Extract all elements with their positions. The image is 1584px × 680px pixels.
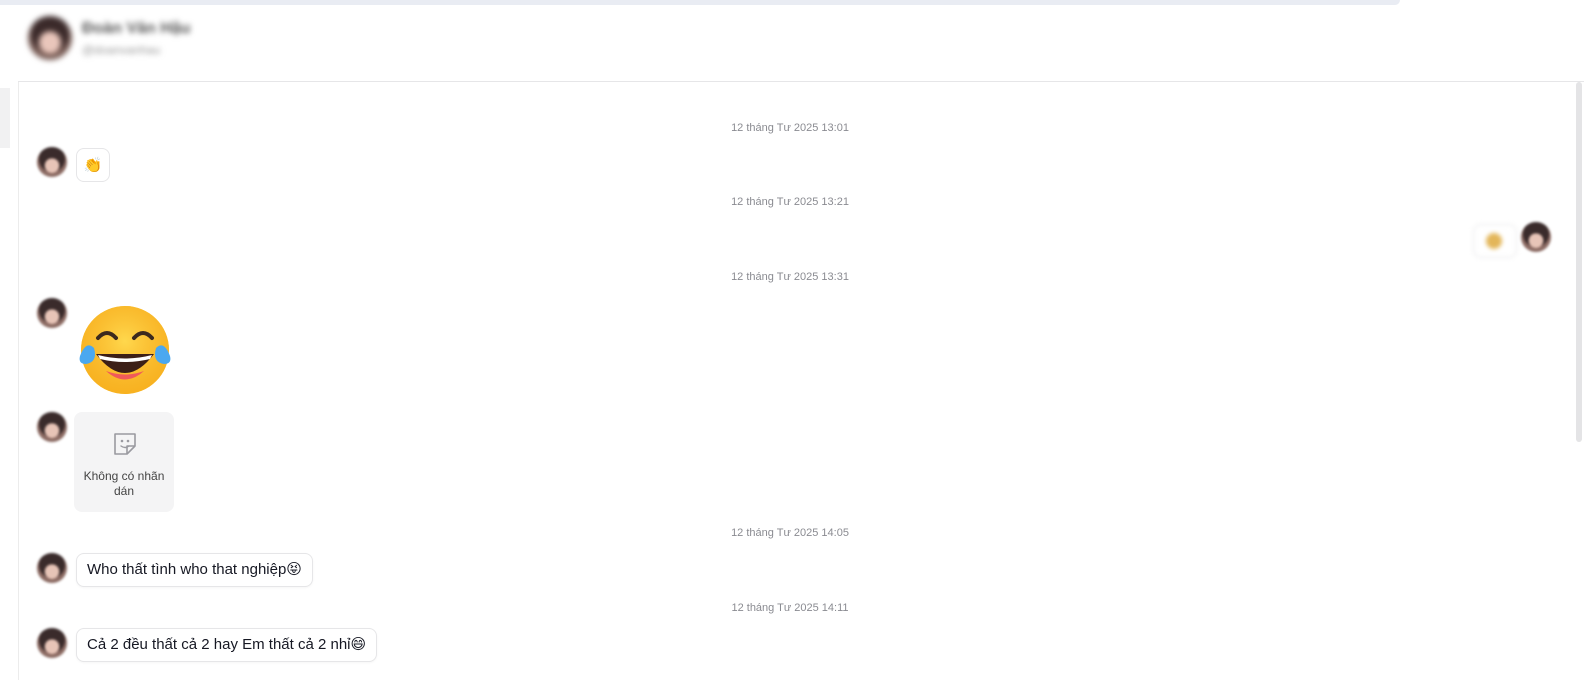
top-strip (0, 0, 1400, 5)
emoji-icon (1486, 233, 1502, 249)
header-name[interactable]: Đoàn Văn Hậu (82, 20, 190, 38)
scrollbar[interactable] (1576, 82, 1582, 442)
avatar[interactable] (37, 412, 67, 442)
emoji-message[interactable]: 👏 (76, 148, 110, 182)
message-bubble[interactable]: Who thất tình who that nghiệp😝 (76, 553, 313, 587)
avatar[interactable] (37, 147, 67, 177)
avatar[interactable] (37, 298, 67, 328)
timestamp: 12 tháng Tư 2025 14:11 (731, 602, 849, 614)
timestamp: 12 tháng Tư 2025 13:21 (731, 196, 849, 208)
timestamp: 12 tháng Tư 2025 14:05 (731, 527, 849, 539)
face-with-tears-of-joy-icon[interactable] (76, 304, 174, 401)
sticker-placeholder-icon (111, 430, 139, 463)
avatar[interactable] (37, 553, 67, 583)
sticker-unavailable-text: Không có nhãn dán (83, 469, 165, 498)
left-rail-block (0, 88, 10, 148)
header-handle: @doanvanhau (82, 42, 161, 57)
avatar[interactable] (37, 628, 67, 658)
avatar[interactable] (1521, 222, 1551, 252)
timestamp: 12 tháng Tư 2025 13:31 (731, 271, 849, 283)
sent-message[interactable] (1473, 224, 1517, 258)
avatar[interactable] (28, 16, 72, 60)
sticker-placeholder[interactable]: Không có nhãn dán (74, 412, 174, 512)
message-bubble[interactable]: Cả 2 đều thất cả 2 hay Em thất cả 2 nhỉ😄 (76, 628, 378, 662)
timestamp: 12 tháng Tư 2025 13:01 (731, 122, 849, 134)
header-profile[interactable]: Đoàn Văn Hậu @doanvanhau (28, 16, 190, 60)
left-rail (0, 10, 19, 680)
chat-header: Đoàn Văn Hậu @doanvanhau (18, 10, 1584, 82)
